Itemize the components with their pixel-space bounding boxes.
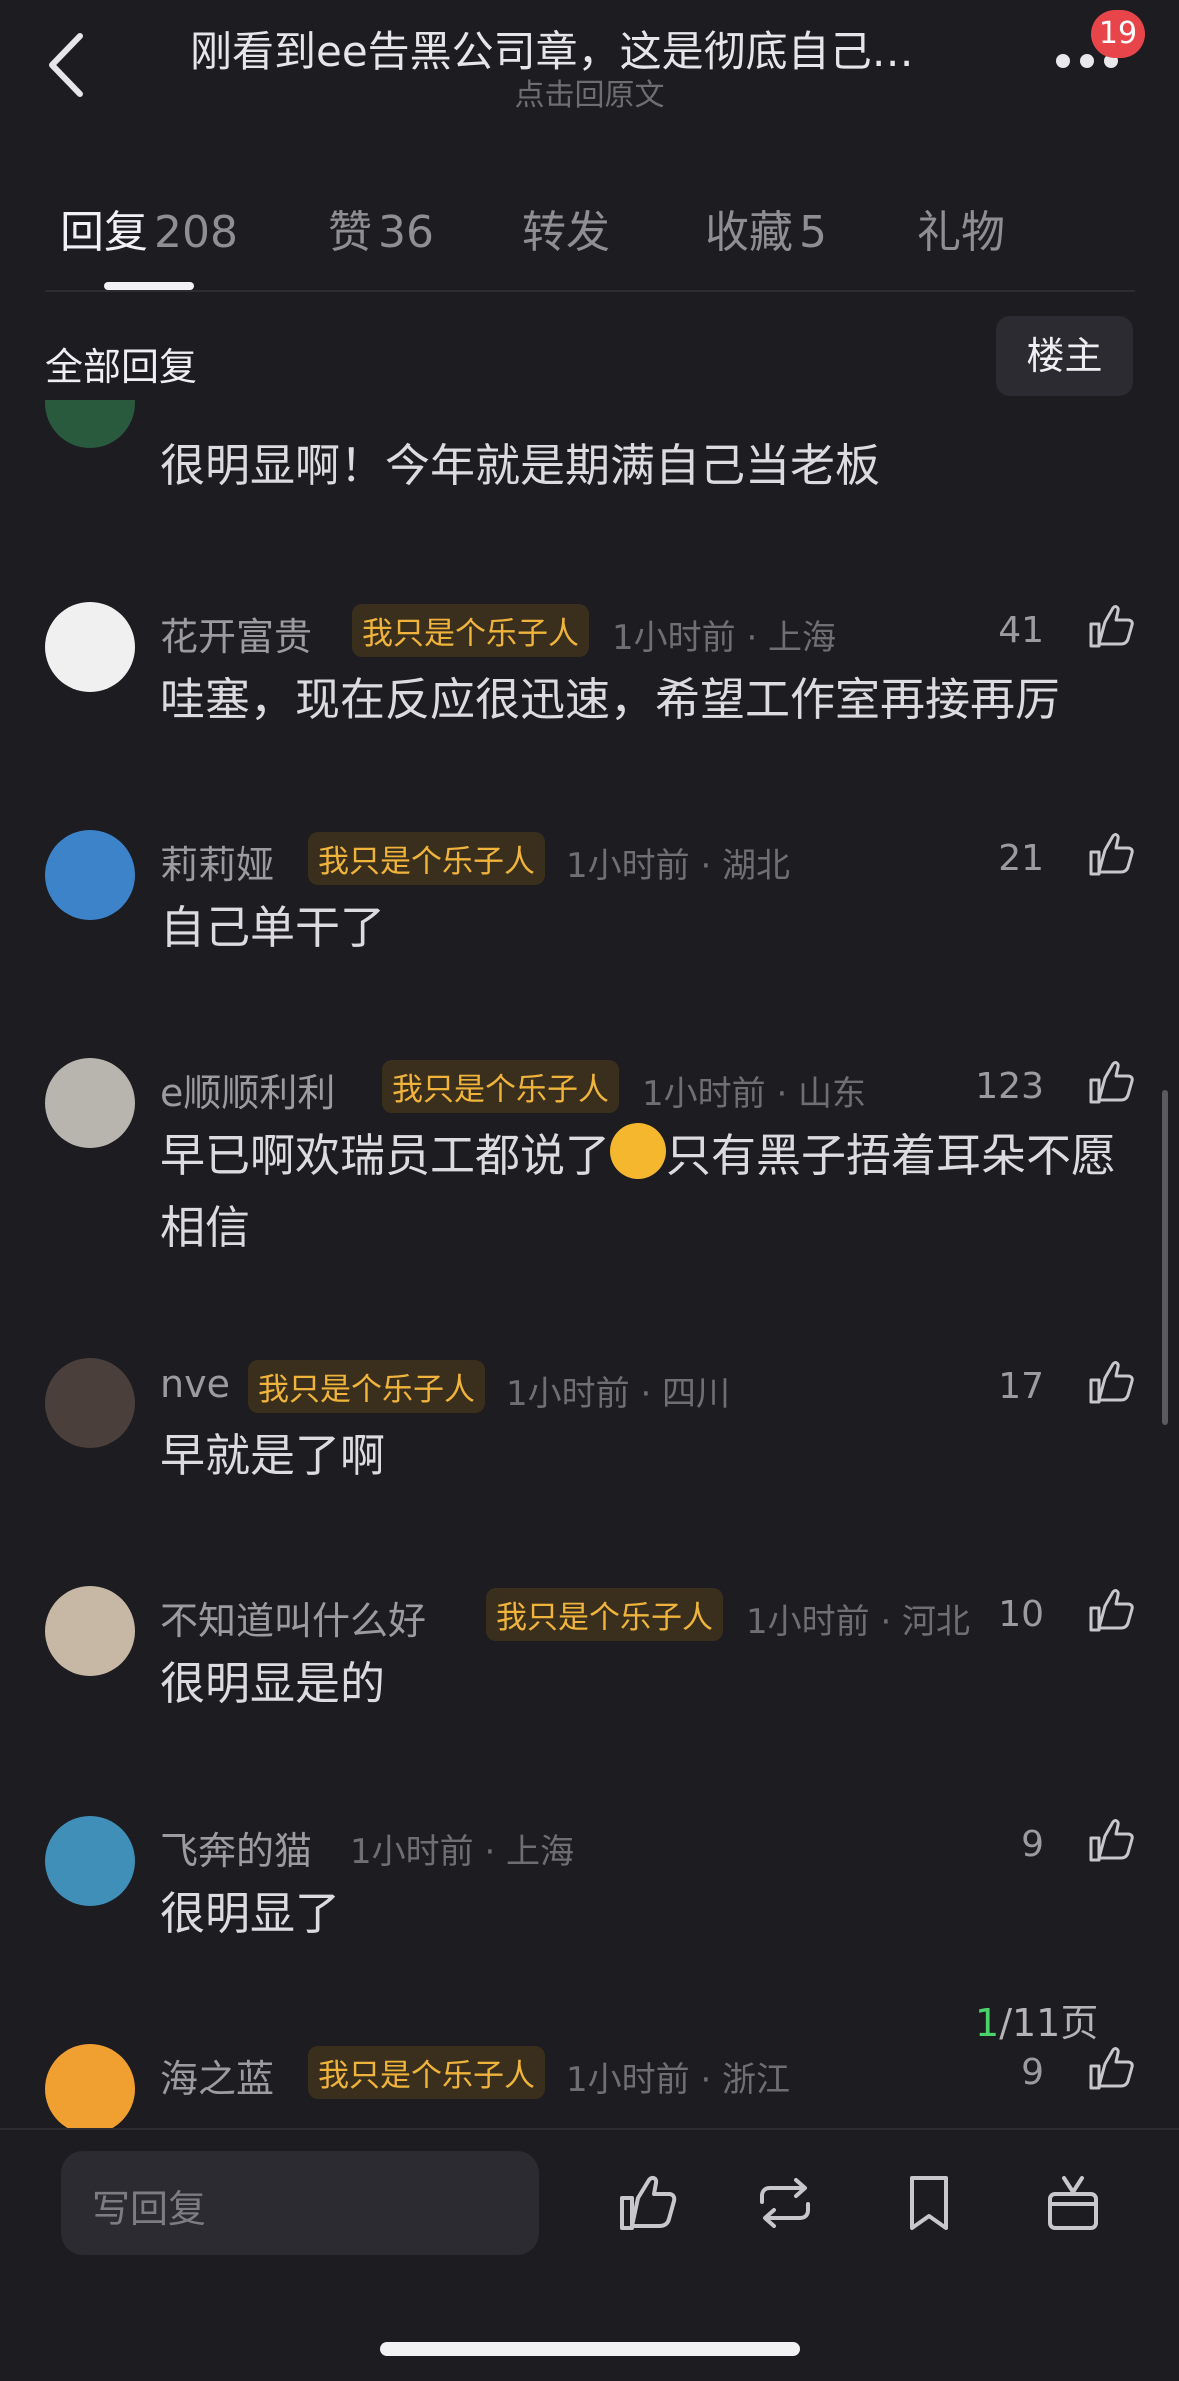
comment-text: 哇塞，现在反应很迅速，希望工作室再接再厉 <box>160 673 1061 726</box>
avatar[interactable] <box>45 1816 135 1906</box>
tab-label: 转发 <box>522 207 610 258</box>
like-count: 10 <box>998 1594 1044 1635</box>
tab-label: 赞 <box>328 207 372 258</box>
username[interactable]: 飞奔的猫 <box>160 1820 312 1875</box>
comment-meta: 1小时前 · 上海 <box>350 1832 575 1872</box>
tab-count: 208 <box>154 207 238 258</box>
thumbs-up-icon[interactable] <box>1085 1816 1135 1866</box>
avatar[interactable] <box>45 400 135 448</box>
avatar[interactable] <box>45 1586 135 1676</box>
all-replies-label: 全部回复 <box>45 345 198 389</box>
username[interactable]: 海之蓝 <box>160 2048 274 2103</box>
back-to-original-link[interactable]: 点击回原文 <box>0 70 1179 114</box>
scrollbar[interactable] <box>1162 1090 1168 1425</box>
avatar[interactable] <box>45 2044 135 2128</box>
tab-label: 礼物 <box>917 207 1005 258</box>
reply-placeholder: 写回复 <box>92 2187 207 2231</box>
tab-likes[interactable]: 赞 36 <box>328 196 434 260</box>
like-count: 21 <box>998 838 1044 879</box>
comment-text: 早已啊欢瑞员工都说了 只有黑子捂着耳朵不愿相信 <box>160 1120 1145 1264</box>
tab-gifts[interactable]: 礼物 <box>917 196 1005 260</box>
comment-text: 很明显了 <box>160 1887 341 1940</box>
fan-badge[interactable]: 我只是个乐子人 <box>308 2046 545 2099</box>
username[interactable]: 花开富贵 <box>160 606 312 661</box>
comment-meta: 1小时前 · 四川 <box>506 1374 731 1414</box>
home-indicator[interactable] <box>380 2342 800 2356</box>
tab-replies[interactable]: 回复 208 <box>60 196 238 260</box>
comment-meta: 1小时前 · 上海 <box>612 618 837 658</box>
like-count: 123 <box>975 1066 1044 1107</box>
comment-meta: 1小时前 · 山东 <box>642 1074 867 1114</box>
username[interactable]: nve <box>160 1362 230 1406</box>
repost-icon[interactable] <box>754 2172 816 2234</box>
comment-text-part: 早已啊欢瑞员工都说了 <box>160 1129 611 1182</box>
comment-text: 自己单干了 <box>160 901 386 954</box>
thumbs-up-icon[interactable] <box>1085 602 1135 652</box>
thumbs-up-icon[interactable] <box>1085 1058 1135 1108</box>
gift-icon[interactable] <box>1042 2172 1104 2234</box>
comment-meta: 1小时前 · 河北 <box>746 1602 971 1642</box>
username[interactable]: 莉莉娅 <box>160 834 274 889</box>
tab-favorites[interactable]: 收藏 5 <box>705 196 827 260</box>
active-tab-indicator <box>104 282 194 290</box>
divider <box>45 290 1135 292</box>
notification-badge: 19 <box>1091 10 1145 58</box>
like-count: 17 <box>998 1366 1044 1407</box>
tab-count: 36 <box>378 207 434 258</box>
fan-badge[interactable]: 我只是个乐子人 <box>486 1588 723 1641</box>
tab-count: 5 <box>799 207 827 258</box>
comment-meta: 1小时前 · 湖北 <box>566 846 791 886</box>
tab-reposts[interactable]: 转发 <box>522 196 610 260</box>
tab-label: 收藏 <box>705 207 793 258</box>
comment-list[interactable]: 很明显啊！今年就是期满自己当老板 花开富贵 我只是个乐子人 1小时前 · 上海 … <box>0 400 1179 2128</box>
like-count: 9 <box>1021 1824 1044 1865</box>
avatar[interactable] <box>45 830 135 920</box>
avatar[interactable] <box>45 1058 135 1148</box>
like-count: 41 <box>998 610 1044 651</box>
thumbs-up-icon[interactable] <box>1085 2044 1135 2094</box>
username[interactable]: e顺顺利利 <box>160 1062 335 1117</box>
like-count: 9 <box>1021 2052 1044 2093</box>
avatar[interactable] <box>45 1358 135 1448</box>
fan-badge[interactable]: 我只是个乐子人 <box>382 1060 619 1113</box>
thumbs-up-icon[interactable] <box>1085 830 1135 880</box>
page-current: 1 <box>975 2001 1000 2045</box>
page-total: /11页 <box>999 2001 1099 2045</box>
laughing-emoji-icon <box>610 1123 667 1179</box>
owner-only-button[interactable]: 楼主 <box>996 316 1133 396</box>
fan-badge[interactable]: 我只是个乐子人 <box>352 604 589 657</box>
thumbs-up-icon[interactable] <box>1085 1358 1135 1408</box>
fan-badge[interactable]: 我只是个乐子人 <box>248 1360 485 1413</box>
bookmark-icon[interactable] <box>898 2172 960 2234</box>
username[interactable]: 不知道叫什么好 <box>160 1590 426 1645</box>
page-indicator[interactable]: 1/11页 <box>975 1992 1098 2047</box>
comment-text: 早就是了啊 <box>160 1429 386 1482</box>
comment-text: 很明显是的 <box>160 1657 386 1710</box>
tab-label: 回复 <box>60 207 148 258</box>
comment-text: 很明显啊！今年就是期满自己当老板 <box>160 439 881 492</box>
thumbs-up-icon[interactable] <box>616 2172 678 2234</box>
comment-meta: 1小时前 · 浙江 <box>566 2060 791 2100</box>
fan-badge[interactable]: 我只是个乐子人 <box>308 832 545 885</box>
thumbs-up-icon[interactable] <box>1085 1586 1135 1636</box>
avatar[interactable] <box>45 602 135 692</box>
